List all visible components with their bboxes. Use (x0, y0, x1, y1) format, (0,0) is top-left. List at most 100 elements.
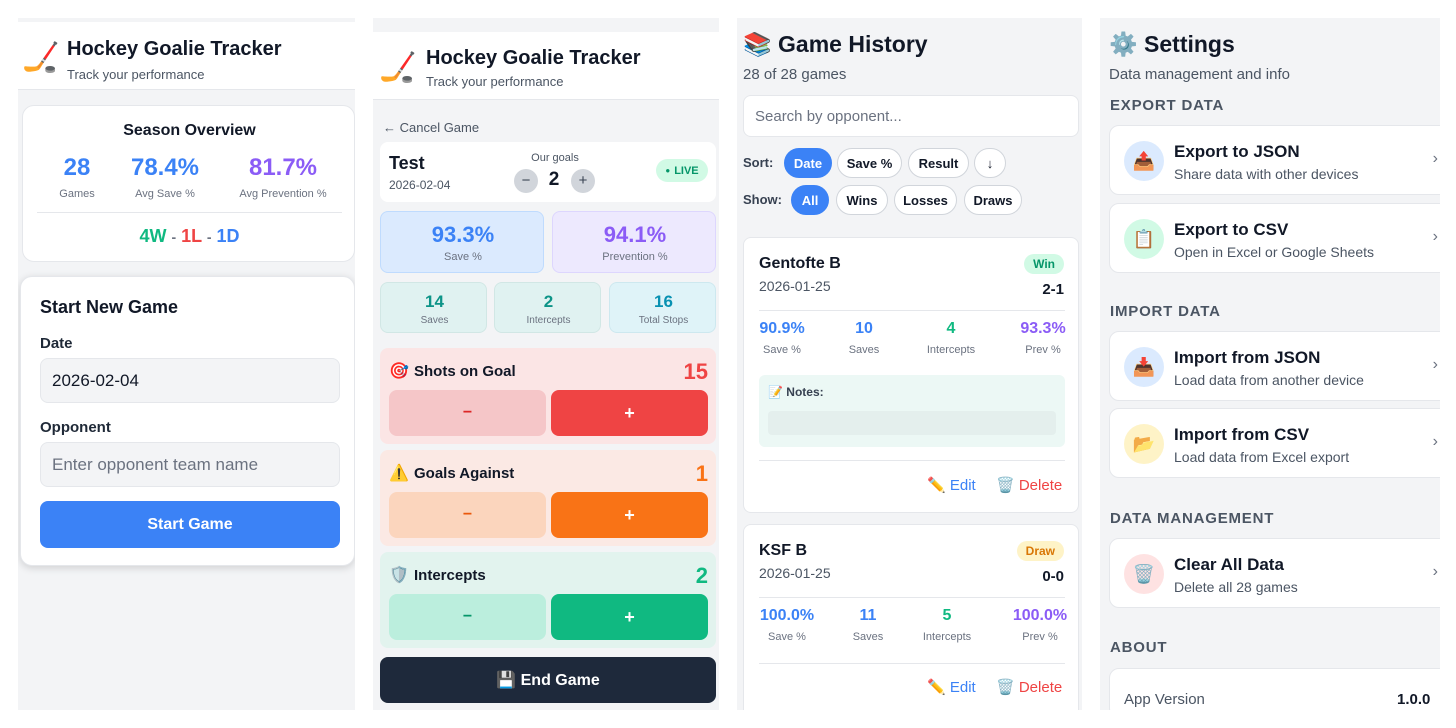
inbox-icon: 📥 (1124, 347, 1164, 387)
goals-against-minus-button[interactable]: − (389, 492, 546, 538)
import-csv-subtitle: Load data from Excel export (1174, 449, 1350, 465)
delete-button[interactable]: 🗑️ Delete (996, 476, 1062, 494)
app-header: 🏒 Hockey Goalie Tracker Track your perfo… (373, 32, 719, 100)
outbox-icon: 📤 (1124, 141, 1164, 181)
hockey-stick-icon: 🏒 (22, 41, 60, 74)
record-sep: - (206, 229, 212, 245)
sort-result-button[interactable]: Result (908, 148, 969, 178)
goals-minus-button[interactable]: − (514, 169, 538, 193)
chevron-right-icon: › (1432, 228, 1438, 245)
saves-label: Saves (852, 631, 884, 643)
chevron-right-icon: › (1432, 563, 1438, 580)
goals-against-label: Goals Against (414, 465, 515, 482)
shots-on-goal-label: Shots on Goal (414, 363, 516, 380)
opponent-input[interactable]: Enter opponent team name (40, 442, 340, 487)
prev-pct-label: Prev % (1025, 344, 1061, 356)
intercepts-plus-button[interactable]: + (551, 594, 708, 640)
about-section-header: ABOUT (1110, 639, 1168, 656)
export-csv-item[interactable]: 📋 Export to CSV Open in Excel or Google … (1109, 203, 1440, 273)
shots-on-goal-counter: 🎯 Shots on Goal 15 − + (380, 348, 716, 444)
warning-icon: ⚠️ (389, 465, 409, 482)
import-json-item[interactable]: 📥 Import from JSON Load data from anothe… (1109, 331, 1440, 401)
import-json-subtitle: Load data from another device (1174, 372, 1364, 388)
goals-against-value: 1 (695, 461, 708, 486)
saves-value: 10 (855, 320, 873, 337)
edit-button[interactable]: ✏️ Edit (927, 476, 976, 494)
settings-subtitle: Data management and info (1109, 66, 1290, 83)
target-icon: 🎯 (389, 363, 409, 380)
games-count: 28 (63, 154, 91, 181)
save-pct-card: 93.3% Save % (380, 211, 544, 273)
result-badge: Win (1024, 254, 1064, 274)
clear-all-data-item[interactable]: 🗑️ Clear All Data Delete all 28 games › (1109, 538, 1440, 608)
avg-save-value: 78.4% (130, 154, 200, 181)
avg-prevention-label: Avg Prevention % (239, 188, 327, 200)
save-pct-label: Save % (444, 251, 482, 263)
avg-save-label: Avg Save % (135, 188, 195, 200)
intercepts-value: 5 (942, 607, 952, 624)
app-title: Hockey Goalie Tracker (426, 47, 641, 69)
edit-button[interactable]: ✏️ Edit (927, 678, 976, 696)
intercepts-counter-label: Intercepts (414, 567, 486, 584)
game-opponent: Test (389, 153, 425, 173)
record-draws: 1D (216, 226, 240, 246)
intercepts-value: 4 (946, 320, 956, 337)
home-screen: 🏒 Hockey Goalie Tracker Track your perfo… (18, 18, 355, 710)
live-game-screen: 🏒 Hockey Goalie Tracker Track your perfo… (373, 18, 719, 710)
shots-plus-button[interactable]: + (551, 390, 708, 436)
app-version-value: 1.0.0 (1397, 691, 1431, 708)
game-date: 2026-01-25 (759, 278, 831, 294)
total-stops-card: 16 Total Stops (609, 282, 716, 333)
sort-save-pct-button[interactable]: Save % (837, 148, 902, 178)
game-card[interactable]: KSF B 2026-01-25 Draw 0-0 100.0% Save % … (743, 524, 1079, 710)
import-json-title: Import from JSON (1174, 348, 1321, 367)
delete-button[interactable]: 🗑️ Delete (996, 678, 1062, 696)
filter-draws-button[interactable]: Draws (964, 185, 1022, 215)
game-card[interactable]: Gentofte B 2026-01-25 Win 2-1 90.9% Save… (743, 237, 1079, 513)
import-csv-item[interactable]: 📂 Import from CSV Load data from Excel e… (1109, 408, 1440, 478)
divider (759, 310, 1065, 311)
filter-wins-button[interactable]: Wins (836, 185, 888, 215)
prev-pct-value: 93.3% (1020, 320, 1066, 337)
goals-plus-button[interactable]: + (571, 169, 595, 193)
search-input[interactable]: Search by opponent... (743, 95, 1079, 137)
saves-card: 14 Saves (380, 282, 487, 333)
filter-losses-button[interactable]: Losses (894, 185, 957, 215)
export-json-title: Export to JSON (1174, 142, 1300, 161)
data-management-header: DATA MANAGEMENT (1110, 510, 1275, 527)
history-title: 📚 Game History (743, 31, 928, 57)
export-json-item[interactable]: 📤 Export to JSON Share data with other d… (1109, 125, 1440, 195)
sort-direction-button[interactable]: ↓ (974, 148, 1006, 178)
date-label: Date (40, 335, 73, 352)
divider (759, 663, 1065, 664)
game-header-card: Test 2026-02-04 Our goals − 2 + ● LIVE (380, 142, 716, 202)
start-game-button[interactable]: Start Game (40, 501, 340, 548)
date-input[interactable]: 2026-02-04 (40, 358, 340, 403)
filter-all-button[interactable]: All (791, 185, 829, 215)
clear-all-data-title: Clear All Data (1174, 555, 1284, 574)
prevention-pct-value: 94.1% (603, 222, 667, 247)
settings-screen: ⚙️ Settings Data management and info EXP… (1100, 18, 1440, 710)
end-game-button[interactable]: 💾 End Game (380, 657, 716, 703)
record-losses: 1L (181, 226, 202, 246)
sort-label: Sort: (743, 155, 774, 170)
intercepts-minus-button[interactable]: − (389, 594, 546, 640)
shots-minus-button[interactable]: − (389, 390, 546, 436)
games-label: Games (59, 188, 95, 200)
trash-icon: 🗑️ (1124, 554, 1164, 594)
app-subtitle: Track your performance (67, 67, 205, 82)
notes-content-blurred (768, 411, 1056, 435)
saves-label: Saves (848, 344, 880, 356)
cancel-game-link[interactable]: ← Cancel Game (383, 120, 479, 135)
game-date: 2026-01-25 (759, 565, 831, 581)
goals-against-plus-button[interactable]: + (551, 492, 708, 538)
intercepts-label: Intercepts (922, 631, 972, 643)
game-opponent: KSF B (759, 542, 807, 559)
app-version-label: App Version (1124, 691, 1205, 708)
game-opponent: Gentofte B (759, 255, 841, 272)
intercepts-counter-value: 2 (695, 563, 708, 588)
sort-date-button[interactable]: Date (784, 148, 832, 178)
clipboard-icon: 📋 (1124, 219, 1164, 259)
live-dot-icon: ● (665, 166, 671, 175)
import-section-header: IMPORT DATA (1110, 303, 1221, 320)
